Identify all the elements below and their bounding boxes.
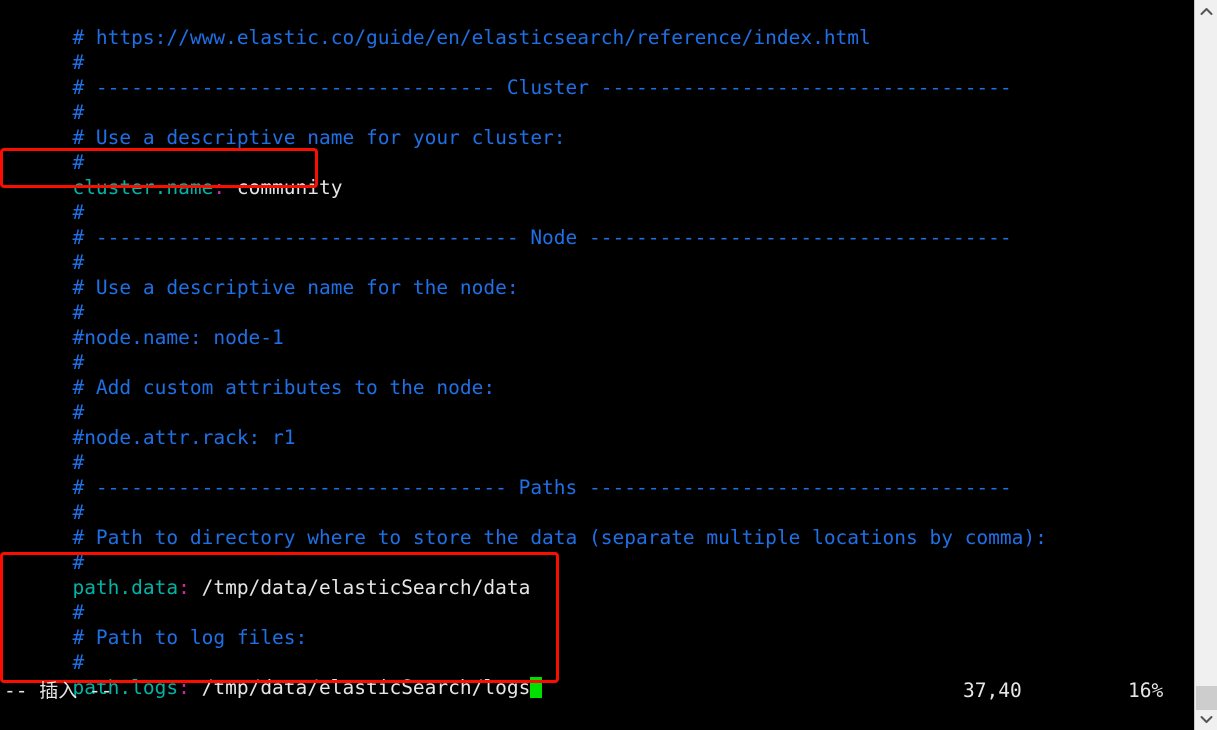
vertical-scrollbar[interactable] [1194, 0, 1217, 730]
scrollbar-thumb[interactable] [1196, 686, 1217, 710]
editor-line[interactable]: # Add custom attributes to the node: [0, 350, 1194, 399]
editor-line[interactable]: # [0, 125, 1194, 174]
chevron-up-icon[interactable] [1195, 0, 1217, 22]
status-cursor-position: 37,40 [963, 679, 1022, 702]
editor-line[interactable]: # [0, 525, 1194, 574]
editor-line[interactable]: #node.name: node-1 [0, 300, 1194, 349]
editor-line[interactable]: # Path to log files: [0, 600, 1194, 649]
editor-line[interactable]: # [0, 625, 1194, 674]
status-mode-prefix: -- [4, 679, 40, 702]
editor-line[interactable]: # [0, 575, 1194, 624]
status-mode-text: 插入 [39, 680, 78, 702]
editor-line-path-data[interactable]: path.data: /tmp/data/elasticSearch/data [0, 550, 1194, 599]
editor-line[interactable]: # [0, 475, 1194, 524]
editor-line[interactable]: # [0, 375, 1194, 424]
editor-line[interactable]: # [0, 25, 1194, 74]
editor-line[interactable]: #node.attr.rack: r1 [0, 400, 1194, 449]
terminal-window: # https://www.elastic.co/guide/en/elasti… [0, 0, 1217, 730]
status-mode: -- 插入 -- [4, 678, 112, 704]
editor-line[interactable]: # Path to directory where to store the d… [0, 500, 1194, 549]
status-mode-suffix: -- [77, 679, 113, 702]
editor-line-path-logs[interactable]: path.logs: /tmp/data/elasticSearch/logs [0, 650, 1194, 699]
editor-line[interactable]: # ----------------------------------- Pa… [0, 450, 1194, 499]
editor-line[interactable]: # Use a descriptive name for the node: [0, 250, 1194, 299]
vim-editor-buffer[interactable]: # https://www.elastic.co/guide/en/elasti… [0, 0, 1194, 730]
editor-line[interactable]: # [0, 275, 1194, 324]
editor-line[interactable]: # [0, 425, 1194, 474]
editor-line[interactable]: # [0, 325, 1194, 374]
editor-line-cluster-name[interactable]: cluster.name: community [0, 150, 1194, 199]
editor-line[interactable]: # Use a descriptive name for your cluste… [0, 100, 1194, 149]
editor-line[interactable]: # ---------------------------------- Clu… [0, 50, 1194, 99]
vim-status-line: -- 插入 -- 37,40 16% [0, 678, 1194, 704]
editor-line[interactable]: # [0, 75, 1194, 124]
editor-line[interactable]: # https://www.elastic.co/guide/en/elasti… [0, 0, 1194, 49]
editor-line[interactable]: # ------------------------------------ N… [0, 200, 1194, 249]
editor-line[interactable]: # [0, 175, 1194, 224]
editor-line[interactable]: # [0, 225, 1194, 274]
chevron-down-icon[interactable] [1195, 708, 1217, 730]
status-scroll-percent: 16% [1128, 679, 1164, 702]
